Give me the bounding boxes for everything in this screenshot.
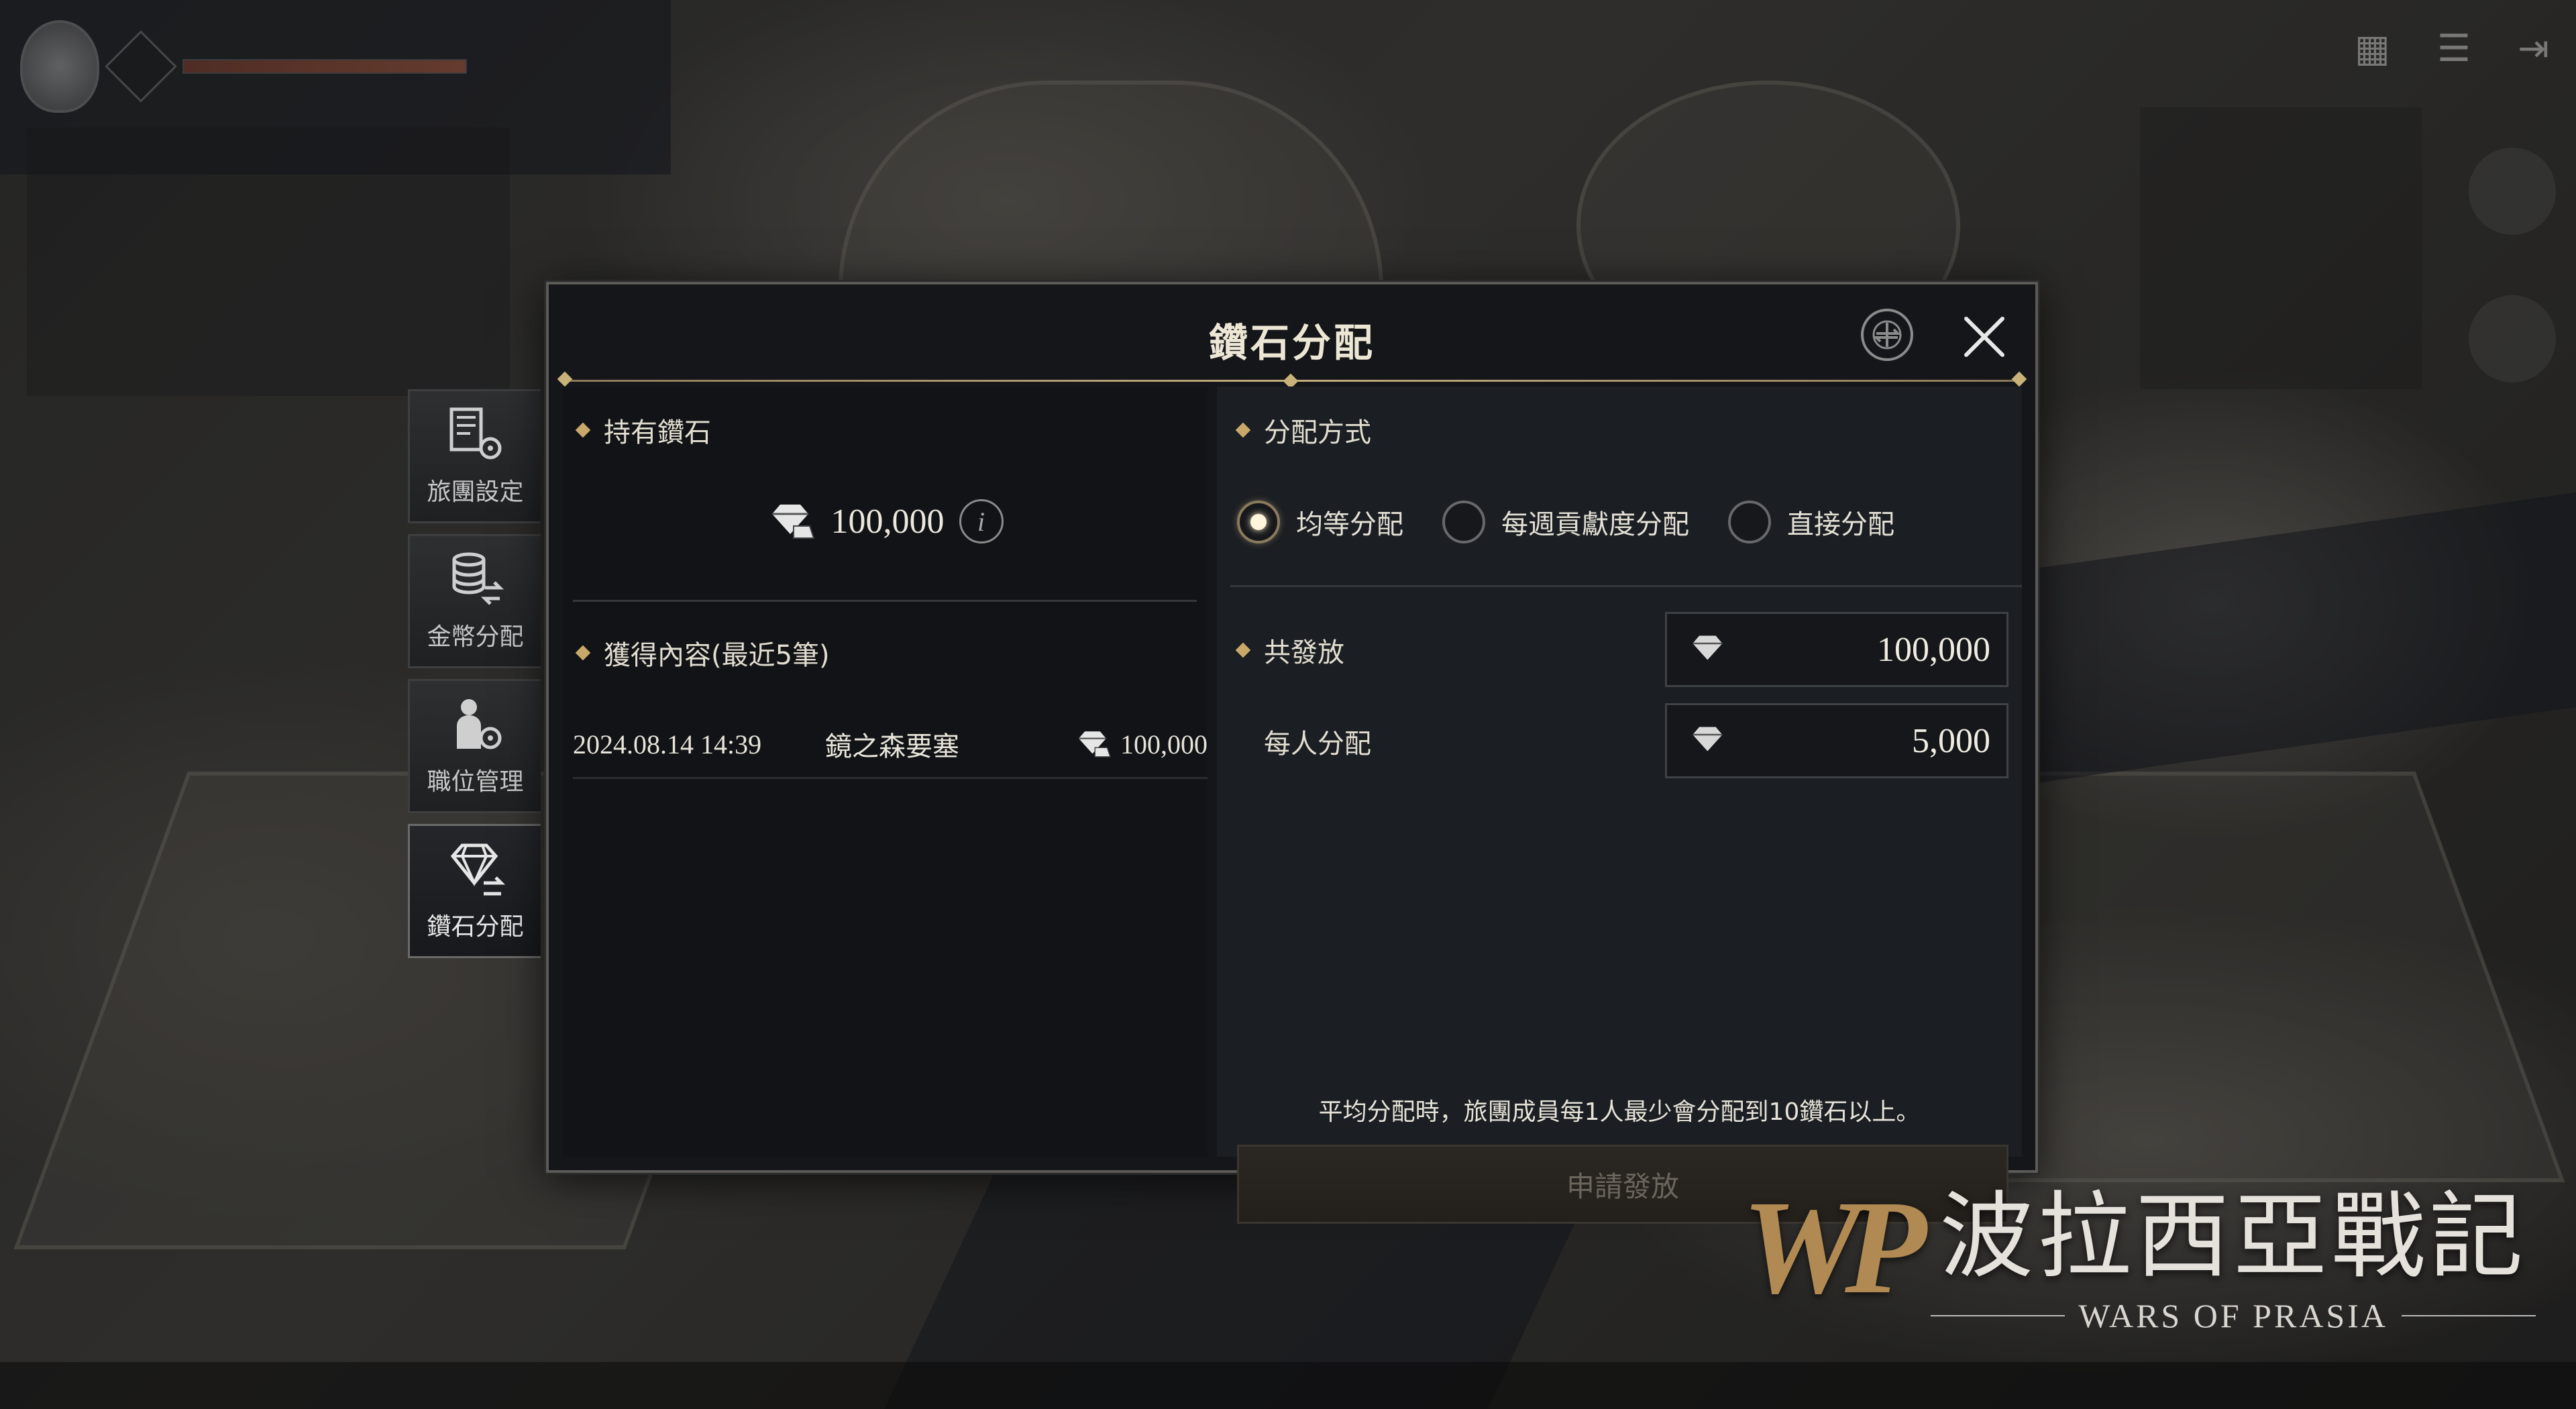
radio-direct-distribution[interactable]: 直接分配 (1728, 501, 1894, 543)
left-pane: 持有鑽石 100,000 i 獲得內容(最近5筆) 2024.08.14 14:… (562, 386, 1208, 1157)
gold-distribution-icon (445, 550, 506, 608)
total-label: 共發放 (1237, 631, 1344, 670)
diamond-distribution-dialog: 鑽石分配 持有鑽石 100,000 i 獲得內容(最近5筆) 2024.08.1… (546, 282, 2038, 1224)
exit-icon: ⇥ (2518, 27, 2549, 70)
record-amount: 100,000 (1075, 727, 1208, 761)
level-badge (105, 30, 177, 103)
record-datetime: 2024.08.14 14:39 (573, 729, 762, 760)
per-person-amount-field[interactable]: 5,000 (1665, 703, 2008, 778)
minimap-background (2140, 107, 2422, 389)
section-divider (573, 600, 1197, 602)
logo-title-en-row: WARS OF PRASIA (1931, 1296, 2536, 1335)
help-compass-button[interactable] (1861, 309, 1913, 361)
holding-heading: 持有鑽石 (577, 411, 711, 450)
distribution-note: 平均分配時，旅團成員每1人最少會分配到10鑽石以上。 (1318, 1098, 1921, 1126)
guild-crest-icon (20, 20, 99, 113)
method-heading: 分配方式 (1237, 411, 1371, 450)
radio-unselected-icon (1442, 501, 1485, 543)
diamond-distribution-icon (445, 840, 506, 898)
total-amount-field[interactable]: 100,000 (1665, 612, 2008, 687)
list-item: 2024.08.14 14:39 鏡之森要塞 100,000 (573, 722, 1208, 766)
side-menu-label: 職位管理 (427, 768, 524, 796)
row-divider (573, 777, 1208, 779)
side-menu-label: 金幣分配 (427, 623, 524, 651)
diamond-bullet-icon (577, 643, 589, 663)
per-person-label: 每人分配 (1264, 729, 1371, 760)
guild-settings-icon (445, 405, 506, 463)
side-menu-label: 旅團設定 (427, 478, 524, 506)
total-label-text: 共發放 (1264, 637, 1344, 668)
method-heading-text: 分配方式 (1264, 417, 1371, 448)
radio-unselected-icon (1728, 501, 1771, 543)
header-divider (557, 371, 2027, 389)
radio-weekly-contribution[interactable]: 每週貢獻度分配 (1442, 501, 1689, 543)
diamond-currency-icon (1693, 727, 1723, 751)
per-person-amount-value: 5,000 (1912, 721, 1990, 760)
hud-round-icon (2469, 148, 2556, 235)
radio-label: 直接分配 (1787, 509, 1894, 540)
right-hud-icons (2469, 148, 2556, 382)
distribution-method-radios: 均等分配 每週貢獻度分配 直接分配 (1237, 501, 2022, 543)
logo-title-en: WARS OF PRASIA (2078, 1297, 2388, 1335)
menu-icon: ☰ (2436, 27, 2471, 70)
radio-selected-icon (1237, 501, 1280, 543)
holding-heading-text: 持有鑽石 (604, 417, 711, 448)
close-icon (1964, 317, 2004, 357)
side-menu-rank-management[interactable]: 職位管理 (408, 679, 541, 813)
radio-label: 均等分配 (1296, 509, 1403, 540)
diamond-bullet-icon (1237, 640, 1249, 660)
game-logo: WP 波拉西亞戰記 WARS OF PRASIA (1741, 1161, 2536, 1335)
hp-bar (182, 59, 467, 74)
diamond-currency-icon (1693, 635, 1723, 660)
compass-icon (1872, 320, 1902, 350)
map-icon: ▦ (2354, 27, 2390, 70)
guild-side-menu: 旅團設定 金幣分配 職位管理 鑽石分配 (408, 389, 541, 958)
rank-management-icon (445, 695, 506, 753)
side-menu-gold-distribution[interactable]: 金幣分配 (408, 534, 541, 668)
hud-round-icon (2469, 295, 2556, 382)
holding-amount-row: 100,000 i (562, 499, 1208, 543)
dialog-title: 鑽石分配 (1208, 320, 1375, 366)
holding-amount: 100,000 (830, 502, 945, 541)
diamond-bullet-icon (1237, 420, 1249, 440)
record-place: 鏡之森要塞 (825, 731, 959, 762)
dialog-header: 鑽石分配 (549, 284, 2035, 389)
section-divider (1230, 585, 2022, 587)
logo-mark: WP (1741, 1173, 1927, 1322)
bottom-status-bar (0, 1362, 2576, 1409)
total-amount-value: 100,000 (1877, 630, 1990, 669)
info-icon[interactable]: i (959, 499, 1004, 543)
quest-panel-background (27, 127, 510, 396)
record-amount-value: 100,000 (1120, 729, 1208, 760)
logo-title-cn: 波拉西亞戰記 (1939, 1182, 2528, 1292)
top-right-hud: ▦ ☰ ⇥ (2355, 27, 2549, 70)
side-menu-label: 鑽石分配 (427, 913, 524, 941)
right-pane: 分配方式 均等分配 每週貢獻度分配 直接分配 共發放 100,000 每人分配 … (1217, 386, 2022, 1224)
diamond-bullet-icon (577, 420, 589, 440)
radio-label: 每週貢獻度分配 (1501, 509, 1689, 540)
player-hud (20, 20, 467, 113)
diamond-currency-icon (771, 505, 814, 539)
close-button[interactable] (1959, 311, 2010, 362)
radio-equal-distribution[interactable]: 均等分配 (1237, 501, 1403, 543)
recent-heading: 獲得內容(最近5筆) (577, 633, 830, 672)
recent-heading-text: 獲得內容(最近5筆) (604, 640, 830, 671)
side-menu-guild-settings[interactable]: 旅團設定 (408, 389, 541, 523)
logo-text: 波拉西亞戰記 WARS OF PRASIA (1931, 1161, 2536, 1335)
diamond-currency-icon (1079, 731, 1112, 758)
side-menu-diamond-distribution[interactable]: 鑽石分配 (408, 824, 541, 958)
